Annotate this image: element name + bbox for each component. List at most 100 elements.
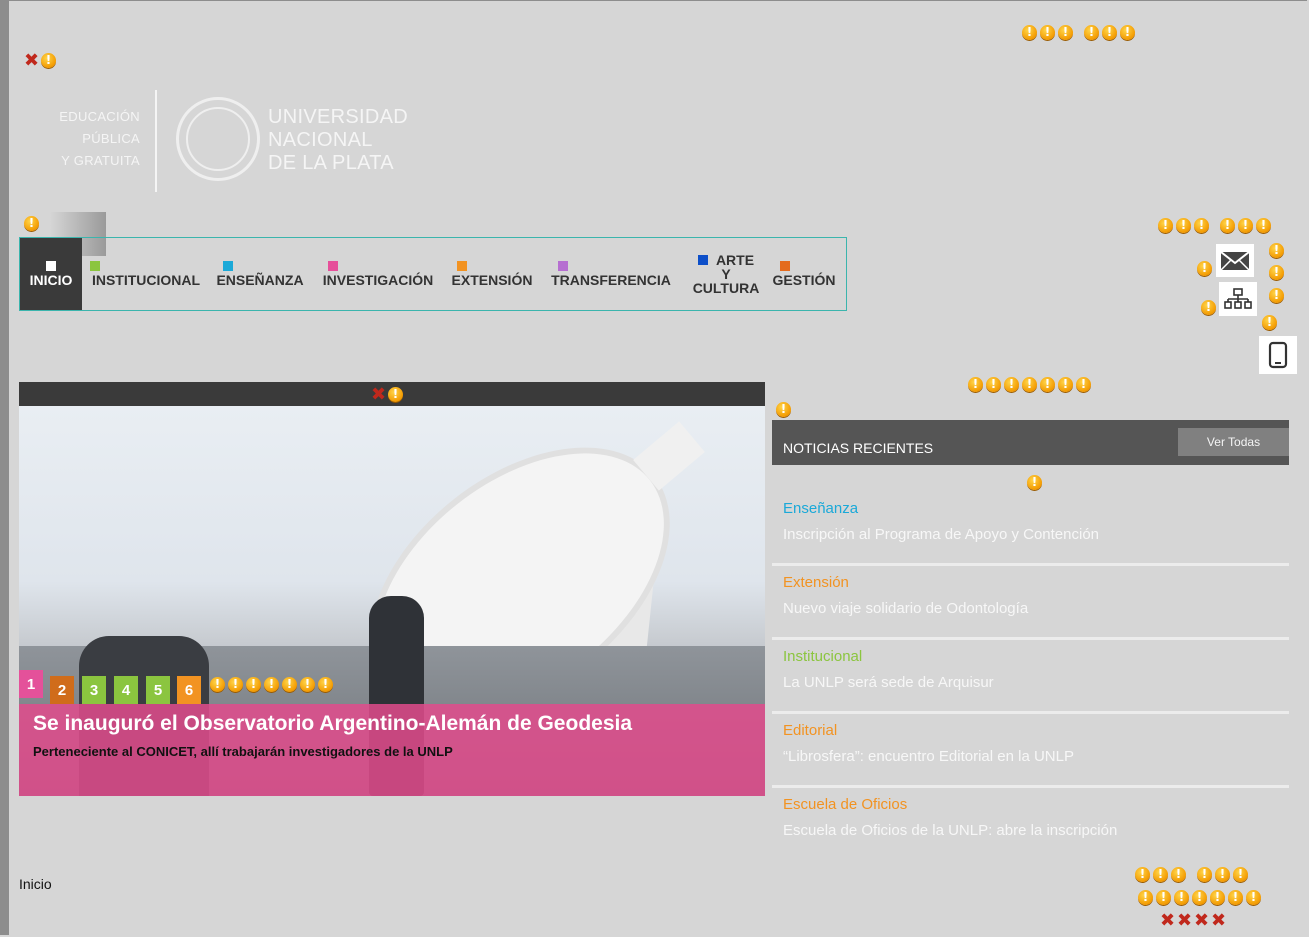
warning-icon [1153, 867, 1168, 883]
news-item[interactable]: Extensión Nuevo viaje solidario de Odont… [772, 566, 1289, 640]
warning-icon [1197, 261, 1212, 277]
ver-todas-button[interactable]: Ver Todas [1178, 428, 1289, 456]
warning-icon [1233, 867, 1248, 883]
nav-color-square [457, 260, 467, 271]
nav-label: Y [721, 266, 731, 282]
warning-icon [388, 387, 403, 403]
mail-icon[interactable] [1216, 244, 1254, 277]
news-title[interactable]: Escuela de Oficios de la UNLP: abre la i… [783, 822, 1117, 839]
warning-icon [24, 216, 39, 232]
slide-title[interactable]: Se inauguró el Observatorio Argentino-Al… [33, 712, 632, 736]
warning-icon-group-slider [210, 676, 336, 694]
warning-icon [246, 677, 261, 693]
warning-icon [1238, 218, 1253, 234]
warning-icon [1215, 867, 1230, 883]
tablet-icon[interactable] [1259, 336, 1297, 374]
news-category[interactable]: Extensión [783, 574, 849, 591]
warning-icon [282, 677, 297, 693]
warning-icon [1076, 377, 1091, 393]
warning-icon [1135, 867, 1150, 883]
warning-icon [1194, 218, 1209, 234]
warning-icon [1040, 25, 1055, 41]
warning-icon [1228, 890, 1243, 906]
error-icon [1160, 913, 1175, 928]
slide-number: 1 [26, 675, 36, 693]
warning-icon [1269, 288, 1284, 304]
warning-icon [1201, 300, 1216, 316]
logo-divider [155, 90, 157, 192]
slide-number-5[interactable]: 5 [146, 676, 170, 704]
warning-icon [1269, 243, 1284, 259]
nav-item-extension[interactable]: EXTENSIÓN [450, 238, 534, 310]
warning-icon [1192, 890, 1207, 906]
warning-icon [968, 377, 983, 393]
logo-tagline-line: EDUCACIÓN [59, 109, 140, 124]
warning-icon [1156, 890, 1171, 906]
university-seal-icon[interactable] [176, 97, 260, 181]
slide-number-1[interactable]: 1 [19, 670, 43, 698]
nav-item-investigacion[interactable]: INVESTIGACIÓN [321, 238, 435, 310]
news-item[interactable]: Institucional La UNLP será sede de Arqui… [772, 640, 1289, 714]
news-category[interactable]: Editorial [783, 722, 837, 739]
slider-top-bar [19, 382, 765, 406]
logo-tagline: EDUCACIÓN PÚBLICA Y GRATUITA [40, 106, 140, 172]
warning-icon [1022, 377, 1037, 393]
slide-number: 3 [89, 681, 99, 699]
warning-icon [776, 402, 791, 418]
nav-label: CULTURA [692, 280, 760, 296]
nav-color-square [558, 260, 568, 271]
error-icon [1177, 913, 1192, 928]
main-navigation: INICIO INSTITUCIONAL ENSEÑANZA INVESTIGA… [19, 237, 847, 311]
slide-subtitle: Perteneciente al CONICET, allí trabajará… [33, 744, 453, 759]
news-category[interactable]: Escuela de Oficios [783, 796, 907, 813]
nav-color-square [90, 260, 100, 271]
news-heading: NOTICIAS RECIENTES [783, 440, 934, 456]
slide-number-4[interactable]: 4 [114, 676, 138, 704]
logo-name-line: UNIVERSIDAD [268, 106, 408, 128]
nav-item-institucional[interactable]: INSTITUCIONAL [90, 238, 202, 310]
slide-number-6[interactable]: 6 [177, 676, 201, 704]
warning-icon-group-top [1022, 24, 1138, 42]
news-item[interactable]: Escuela de Oficios Escuela de Oficios de… [772, 788, 1289, 859]
news-item[interactable]: Enseñanza Inscripción al Programa de Apo… [772, 492, 1289, 566]
warning-icon-group-right [1158, 217, 1274, 235]
nav-label: INSTITUCIONAL [91, 271, 201, 288]
news-title[interactable]: “Librosfera”: encuentro Editorial en la … [783, 748, 1074, 765]
nav-item-arte-y-cultura[interactable]: ARTE Y CULTURA [690, 238, 762, 310]
slide-number: 2 [57, 681, 67, 699]
warning-icon [1158, 218, 1173, 234]
logo-name-line: NACIONAL [268, 129, 373, 151]
slider-caption[interactable]: Se inauguró el Observatorio Argentino-Al… [19, 704, 765, 796]
slide-number: 5 [153, 681, 163, 699]
nav-item-ensenanza[interactable]: ENSEÑANZA [215, 238, 305, 310]
news-title[interactable]: Inscripción al Programa de Apoyo y Conte… [783, 526, 1099, 543]
sitemap-icon[interactable] [1219, 282, 1257, 316]
warning-icon-group-footer [1135, 866, 1251, 884]
news-title[interactable]: Nuevo viaje solidario de Odontología [783, 600, 1028, 617]
warning-icon-nav [24, 215, 42, 233]
slide-number-3[interactable]: 3 [82, 676, 106, 704]
warning-icon [1058, 377, 1073, 393]
warning-icon [1210, 890, 1225, 906]
status-icons-top-left [24, 52, 59, 70]
error-icon-group-footer [1160, 912, 1228, 930]
news-item[interactable]: Editorial “Librosfera”: encuentro Editor… [772, 714, 1289, 788]
warning-icon-group-news [968, 376, 1094, 394]
nav-item-gestion[interactable]: GESTIÓN [772, 238, 836, 310]
news-category[interactable]: Institucional [783, 648, 862, 665]
warning-icon [1269, 265, 1284, 281]
error-icon [1211, 913, 1226, 928]
nav-label: ENSEÑANZA [216, 271, 304, 288]
nav-color-square [223, 260, 233, 271]
warning-icon [264, 677, 279, 693]
news-header: NOTICIAS RECIENTES Ver Todas [772, 420, 1289, 465]
warning-icon [986, 377, 1001, 393]
breadcrumb[interactable]: Inicio [19, 876, 52, 892]
nav-item-transferencia[interactable]: TRANSFERENCIA [550, 238, 672, 310]
news-title[interactable]: La UNLP será sede de Arquisur [783, 674, 994, 691]
slide-number-2[interactable]: 2 [50, 676, 74, 704]
nav-item-inicio[interactable]: INICIO [20, 238, 82, 310]
logo-university-name[interactable]: UNIVERSIDAD NACIONAL DE LA PLATA [268, 106, 408, 175]
warning-icon-group-footer-2 [1138, 889, 1264, 907]
news-category[interactable]: Enseñanza [783, 500, 858, 517]
